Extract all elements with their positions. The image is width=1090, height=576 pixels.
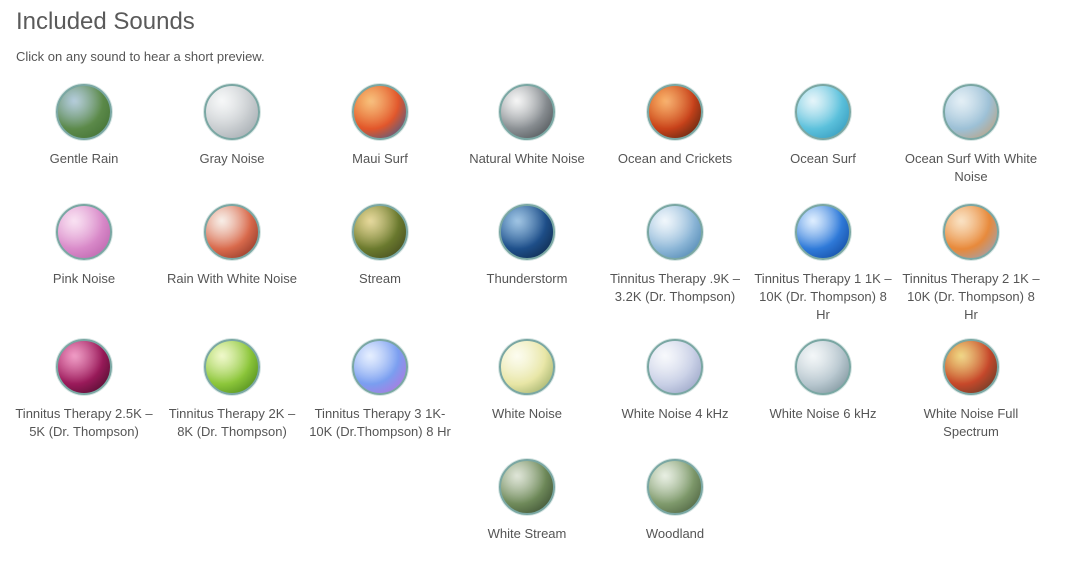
sound-label[interactable]: White Noise 6 kHz bbox=[749, 405, 897, 423]
sound-item[interactable]: White Noise 6 kHz bbox=[749, 339, 897, 423]
sound-item[interactable]: Tinnitus Therapy 3 1K-10K (Dr.Thompson) … bbox=[306, 339, 454, 441]
rain-landscape-icon[interactable] bbox=[56, 84, 112, 140]
rain-drops-icon[interactable] bbox=[204, 204, 260, 260]
sound-item[interactable]: White Noise 4 kHz bbox=[601, 339, 749, 423]
magenta-waves-icon[interactable] bbox=[56, 339, 112, 395]
green-leaf-icon[interactable] bbox=[204, 339, 260, 395]
sound-label[interactable]: Maui Surf bbox=[306, 150, 454, 168]
bokeh-bubbles-icon[interactable] bbox=[352, 339, 408, 395]
sound-label[interactable]: Ocean Surf bbox=[749, 150, 897, 168]
sound-item[interactable]: Ocean Surf With White Noise bbox=[897, 84, 1045, 186]
sound-item[interactable]: Tinnitus Therapy 2K – 8K (Dr. Thompson) bbox=[158, 339, 306, 441]
sound-label[interactable]: Ocean Surf With White Noise bbox=[897, 150, 1045, 186]
sound-label[interactable]: Rain With White Noise bbox=[158, 270, 306, 288]
sound-item[interactable]: Ocean Surf bbox=[749, 84, 897, 168]
blue-light-icon[interactable] bbox=[795, 204, 851, 260]
sound-label[interactable]: Ocean and Crickets bbox=[601, 150, 749, 168]
seashell-beach-icon[interactable] bbox=[943, 84, 999, 140]
sound-label[interactable]: Tinnitus Therapy 3 1K-10K (Dr.Thompson) … bbox=[306, 405, 454, 441]
sound-label[interactable]: Gentle Rain bbox=[10, 150, 158, 168]
sound-label[interactable]: Pink Noise bbox=[10, 270, 158, 288]
sound-item[interactable]: Thunderstorm bbox=[453, 204, 601, 288]
colorful-beads-icon[interactable] bbox=[943, 339, 999, 395]
lightning-icon[interactable] bbox=[499, 204, 555, 260]
water-ripple-icon[interactable] bbox=[647, 204, 703, 260]
sound-item[interactable]: Natural White Noise bbox=[453, 84, 601, 168]
woodland-path-icon[interactable] bbox=[647, 459, 703, 515]
sound-label[interactable]: White Stream bbox=[453, 525, 601, 543]
forest-stream-icon[interactable] bbox=[499, 459, 555, 515]
sound-item[interactable]: Maui Surf bbox=[306, 84, 454, 168]
sound-label[interactable]: White Noise 4 kHz bbox=[601, 405, 749, 423]
sound-item[interactable]: White Noise bbox=[453, 339, 601, 423]
sound-label[interactable]: White Noise Full Spectrum bbox=[897, 405, 1045, 441]
sound-item[interactable]: Tinnitus Therapy .9K – 3.2K (Dr. Thompso… bbox=[601, 204, 749, 306]
sound-label[interactable]: White Noise bbox=[453, 405, 601, 423]
sound-label[interactable]: Woodland bbox=[601, 525, 749, 543]
glass-dome-icon[interactable] bbox=[795, 339, 851, 395]
pink-flower-icon[interactable] bbox=[56, 204, 112, 260]
sound-label[interactable]: Tinnitus Therapy .9K – 3.2K (Dr. Thompso… bbox=[601, 270, 749, 306]
sound-label[interactable]: Tinnitus Therapy 1 1K – 10K (Dr. Thompso… bbox=[749, 270, 897, 324]
sound-item[interactable]: Gentle Rain bbox=[10, 84, 158, 168]
page-subtitle: Click on any sound to hear a short previ… bbox=[16, 49, 265, 64]
sound-item[interactable]: Ocean and Crickets bbox=[601, 84, 749, 168]
sound-label[interactable]: Tinnitus Therapy 2.5K – 5K (Dr. Thompson… bbox=[10, 405, 158, 441]
sound-label[interactable]: Tinnitus Therapy 2 1K – 10K (Dr. Thompso… bbox=[897, 270, 1045, 324]
sound-label[interactable]: Gray Noise bbox=[158, 150, 306, 168]
sound-item[interactable]: Stream bbox=[306, 204, 454, 288]
sound-item[interactable]: White Stream bbox=[453, 459, 601, 543]
snowy-trees-icon[interactable] bbox=[204, 84, 260, 140]
sound-item[interactable]: Tinnitus Therapy 2 1K – 10K (Dr. Thompso… bbox=[897, 204, 1045, 324]
sound-item[interactable]: Tinnitus Therapy 2.5K – 5K (Dr. Thompson… bbox=[10, 339, 158, 441]
silk-fabric-icon[interactable] bbox=[647, 339, 703, 395]
sound-item[interactable]: White Noise Full Spectrum bbox=[897, 339, 1045, 441]
page-title: Included Sounds bbox=[16, 8, 195, 35]
white-flower-icon[interactable] bbox=[499, 339, 555, 395]
sound-label[interactable]: Stream bbox=[306, 270, 454, 288]
sound-label[interactable]: Thunderstorm bbox=[453, 270, 601, 288]
sound-item[interactable]: Rain With White Noise bbox=[158, 204, 306, 288]
sound-item[interactable]: Pink Noise bbox=[10, 204, 158, 288]
orange-waves-icon[interactable] bbox=[943, 204, 999, 260]
orange-sunset-icon[interactable] bbox=[647, 84, 703, 140]
sunset-sea-icon[interactable] bbox=[352, 84, 408, 140]
sound-item[interactable]: Gray Noise bbox=[158, 84, 306, 168]
sound-label[interactable]: Tinnitus Therapy 2K – 8K (Dr. Thompson) bbox=[158, 405, 306, 441]
sound-item[interactable]: Tinnitus Therapy 1 1K – 10K (Dr. Thompso… bbox=[749, 204, 897, 324]
sound-item[interactable]: Woodland bbox=[601, 459, 749, 543]
stream-rocks-icon[interactable] bbox=[352, 204, 408, 260]
waterfall-icon[interactable] bbox=[499, 84, 555, 140]
palm-beach-icon[interactable] bbox=[795, 84, 851, 140]
sound-label[interactable]: Natural White Noise bbox=[453, 150, 601, 168]
